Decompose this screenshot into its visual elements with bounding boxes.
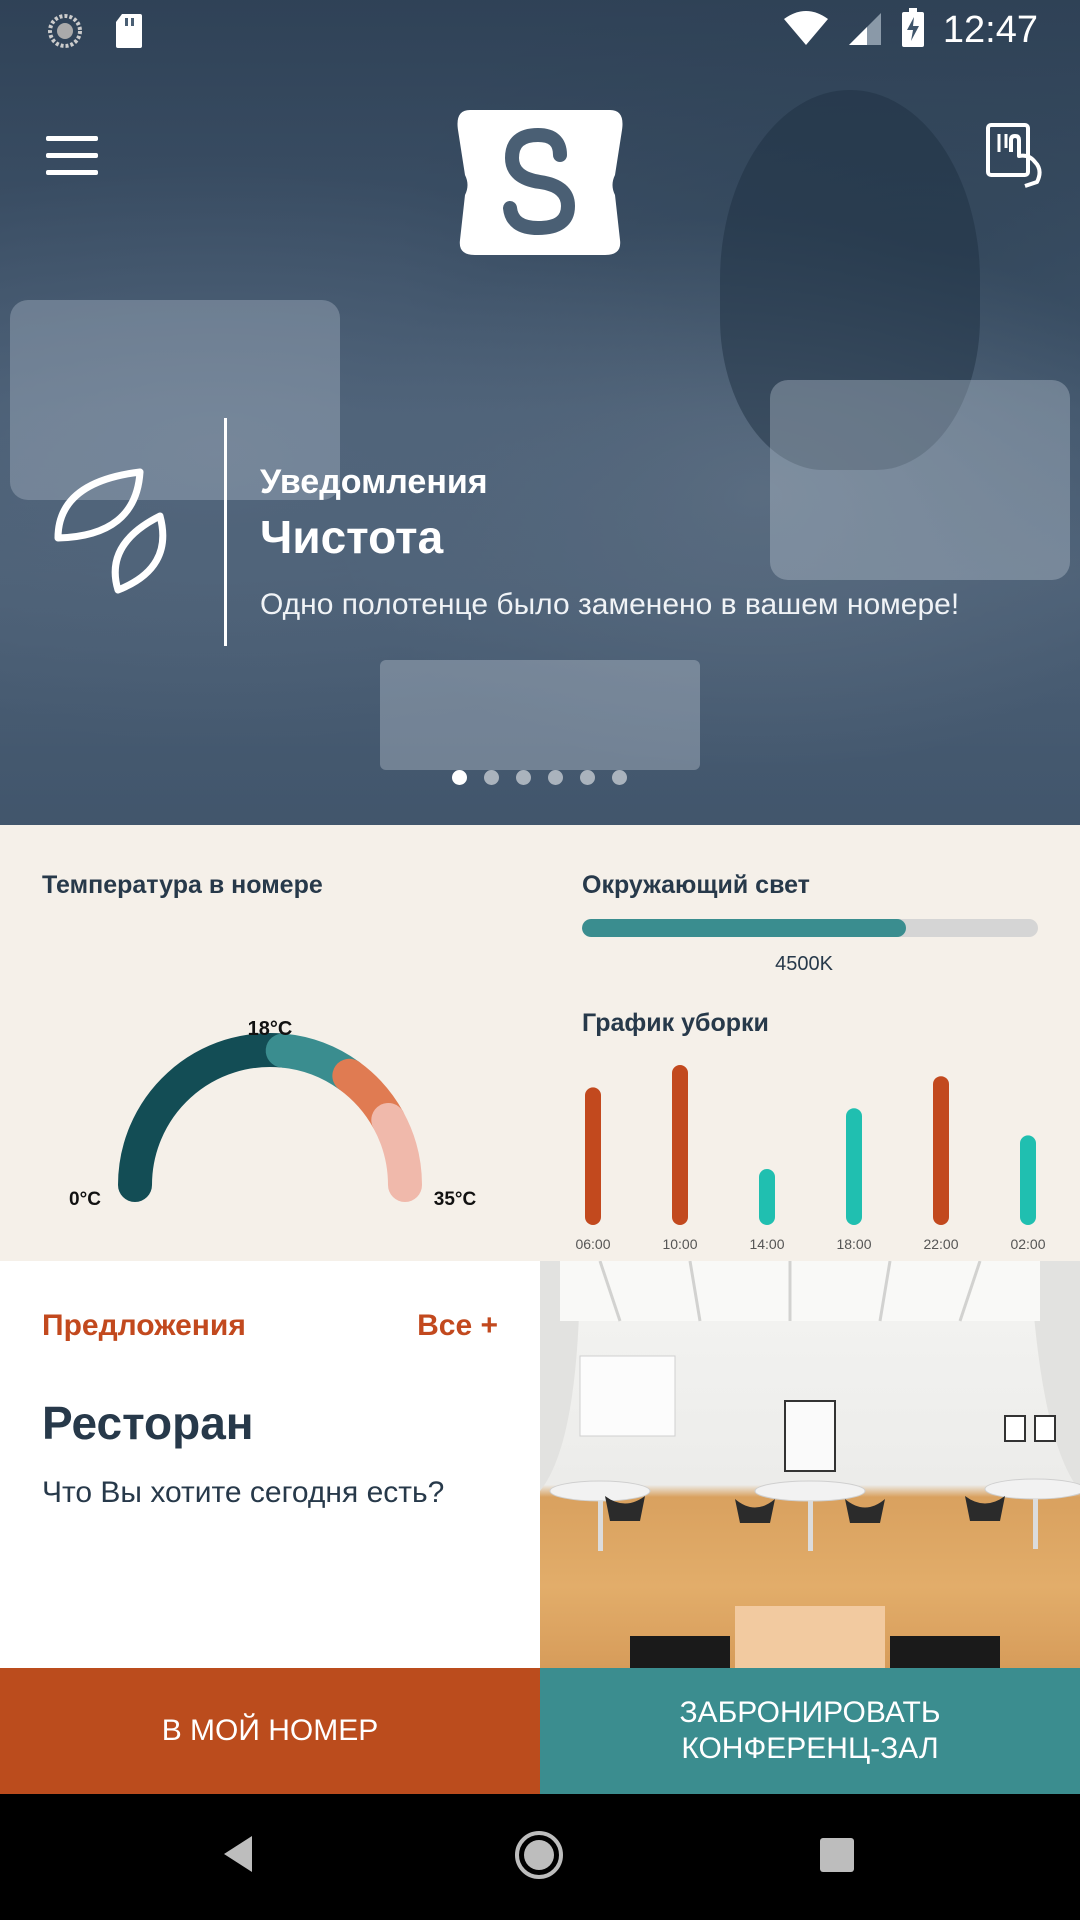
sd-card-icon (114, 12, 144, 55)
gauge-max-label: 35°C (434, 1189, 477, 1210)
hotel-logo (450, 100, 630, 260)
back-button[interactable] (220, 1834, 256, 1879)
gauge-segment-cold (118, 1033, 300, 1202)
cleaning-bar (672, 1065, 688, 1225)
status-time: 12:47 (942, 9, 1038, 51)
recent-apps-button[interactable] (820, 1838, 854, 1872)
offers-card[interactable]: Предложения Все + Ресторан Что Вы хотите… (0, 1261, 540, 1668)
signal-icon (847, 9, 883, 52)
ambient-light-slider[interactable] (582, 919, 1038, 937)
carousel-dot[interactable] (516, 770, 531, 785)
offers-label: Предложения (42, 1309, 246, 1342)
cleaning-bar (1020, 1135, 1036, 1225)
cleaning-bar (585, 1087, 601, 1225)
status-bar: 12:47 (0, 0, 1080, 64)
ambient-light-value: 4500K (775, 953, 833, 975)
cleaning-bar-label: 22:00 (923, 1236, 958, 1252)
notification-label: Уведомления (260, 463, 488, 501)
notification-title: Чистота (260, 511, 444, 563)
cleaning-bar (759, 1169, 775, 1225)
wifi-icon (783, 9, 829, 52)
notification-divider (224, 418, 227, 646)
home-button[interactable] (513, 1829, 565, 1886)
cleaning-bar-label: 02:00 (1010, 1236, 1045, 1252)
gauge-segment-hot (371, 1102, 422, 1202)
gauge-min-label: 0°C (69, 1189, 101, 1210)
cleaning-bar-label: 06:00 (575, 1236, 610, 1252)
book-conference-button[interactable]: ЗАБРОНИРОВАТЬ КОНФЕРЕНЦ-ЗАЛ (540, 1668, 1080, 1794)
offers-subtitle: Что Вы хотите сегодня есть? (42, 1476, 445, 1509)
sync-icon (46, 12, 84, 55)
menu-button[interactable] (46, 136, 98, 176)
carousel-indicator[interactable] (452, 770, 627, 785)
carousel-dot[interactable] (612, 770, 627, 785)
back-icon (224, 1836, 252, 1872)
carousel-dot[interactable] (484, 770, 499, 785)
offers-all-link[interactable]: Все + (417, 1309, 498, 1343)
carousel-dot[interactable] (452, 770, 467, 785)
restaurant-photo[interactable] (540, 1261, 1080, 1668)
cleaning-chart-title: График уборки (582, 1009, 769, 1037)
hero-banner: 12:47 Уведомления Чистота Одно полотенце… (0, 0, 1080, 825)
notification-text: Одно полотенце было заменено в вашем ном… (260, 588, 960, 621)
background-table (380, 660, 700, 770)
cleaning-bar-label: 18:00 (836, 1236, 871, 1252)
temperature-gauge: 18°C 0°C 35°C (69, 1018, 477, 1210)
my-room-button[interactable]: В МОЙ НОМЕР (0, 1668, 540, 1794)
gauge-value-label: 18°C (248, 1018, 293, 1040)
cleaning-bar (846, 1108, 862, 1225)
cleaning-bar-label: 10:00 (662, 1236, 697, 1252)
home-icon (515, 1831, 563, 1879)
ambient-light-title: Окружающий свет (582, 871, 810, 899)
temperature-title: Температура в номере (42, 871, 323, 899)
battery-icon (901, 8, 925, 53)
ambient-light-fill (582, 919, 906, 937)
carousel-dot[interactable] (548, 770, 563, 785)
background-sofa-right (770, 380, 1070, 580)
system-navigation-bar (0, 1794, 1080, 1920)
key-card-icon (986, 123, 1042, 188)
leaf-icon (48, 460, 178, 600)
offers-title: Ресторан (42, 1397, 254, 1449)
cleaning-bar-label: 14:00 (749, 1236, 784, 1252)
hamburger-icon (46, 136, 98, 141)
carousel-dot[interactable] (580, 770, 595, 785)
key-card-button[interactable] (985, 122, 1045, 188)
cleaning-chart: 06:00 10:00 14:00 18:00 22:00 02:00 (575, 1065, 1046, 1252)
cleaning-bar (933, 1076, 949, 1225)
